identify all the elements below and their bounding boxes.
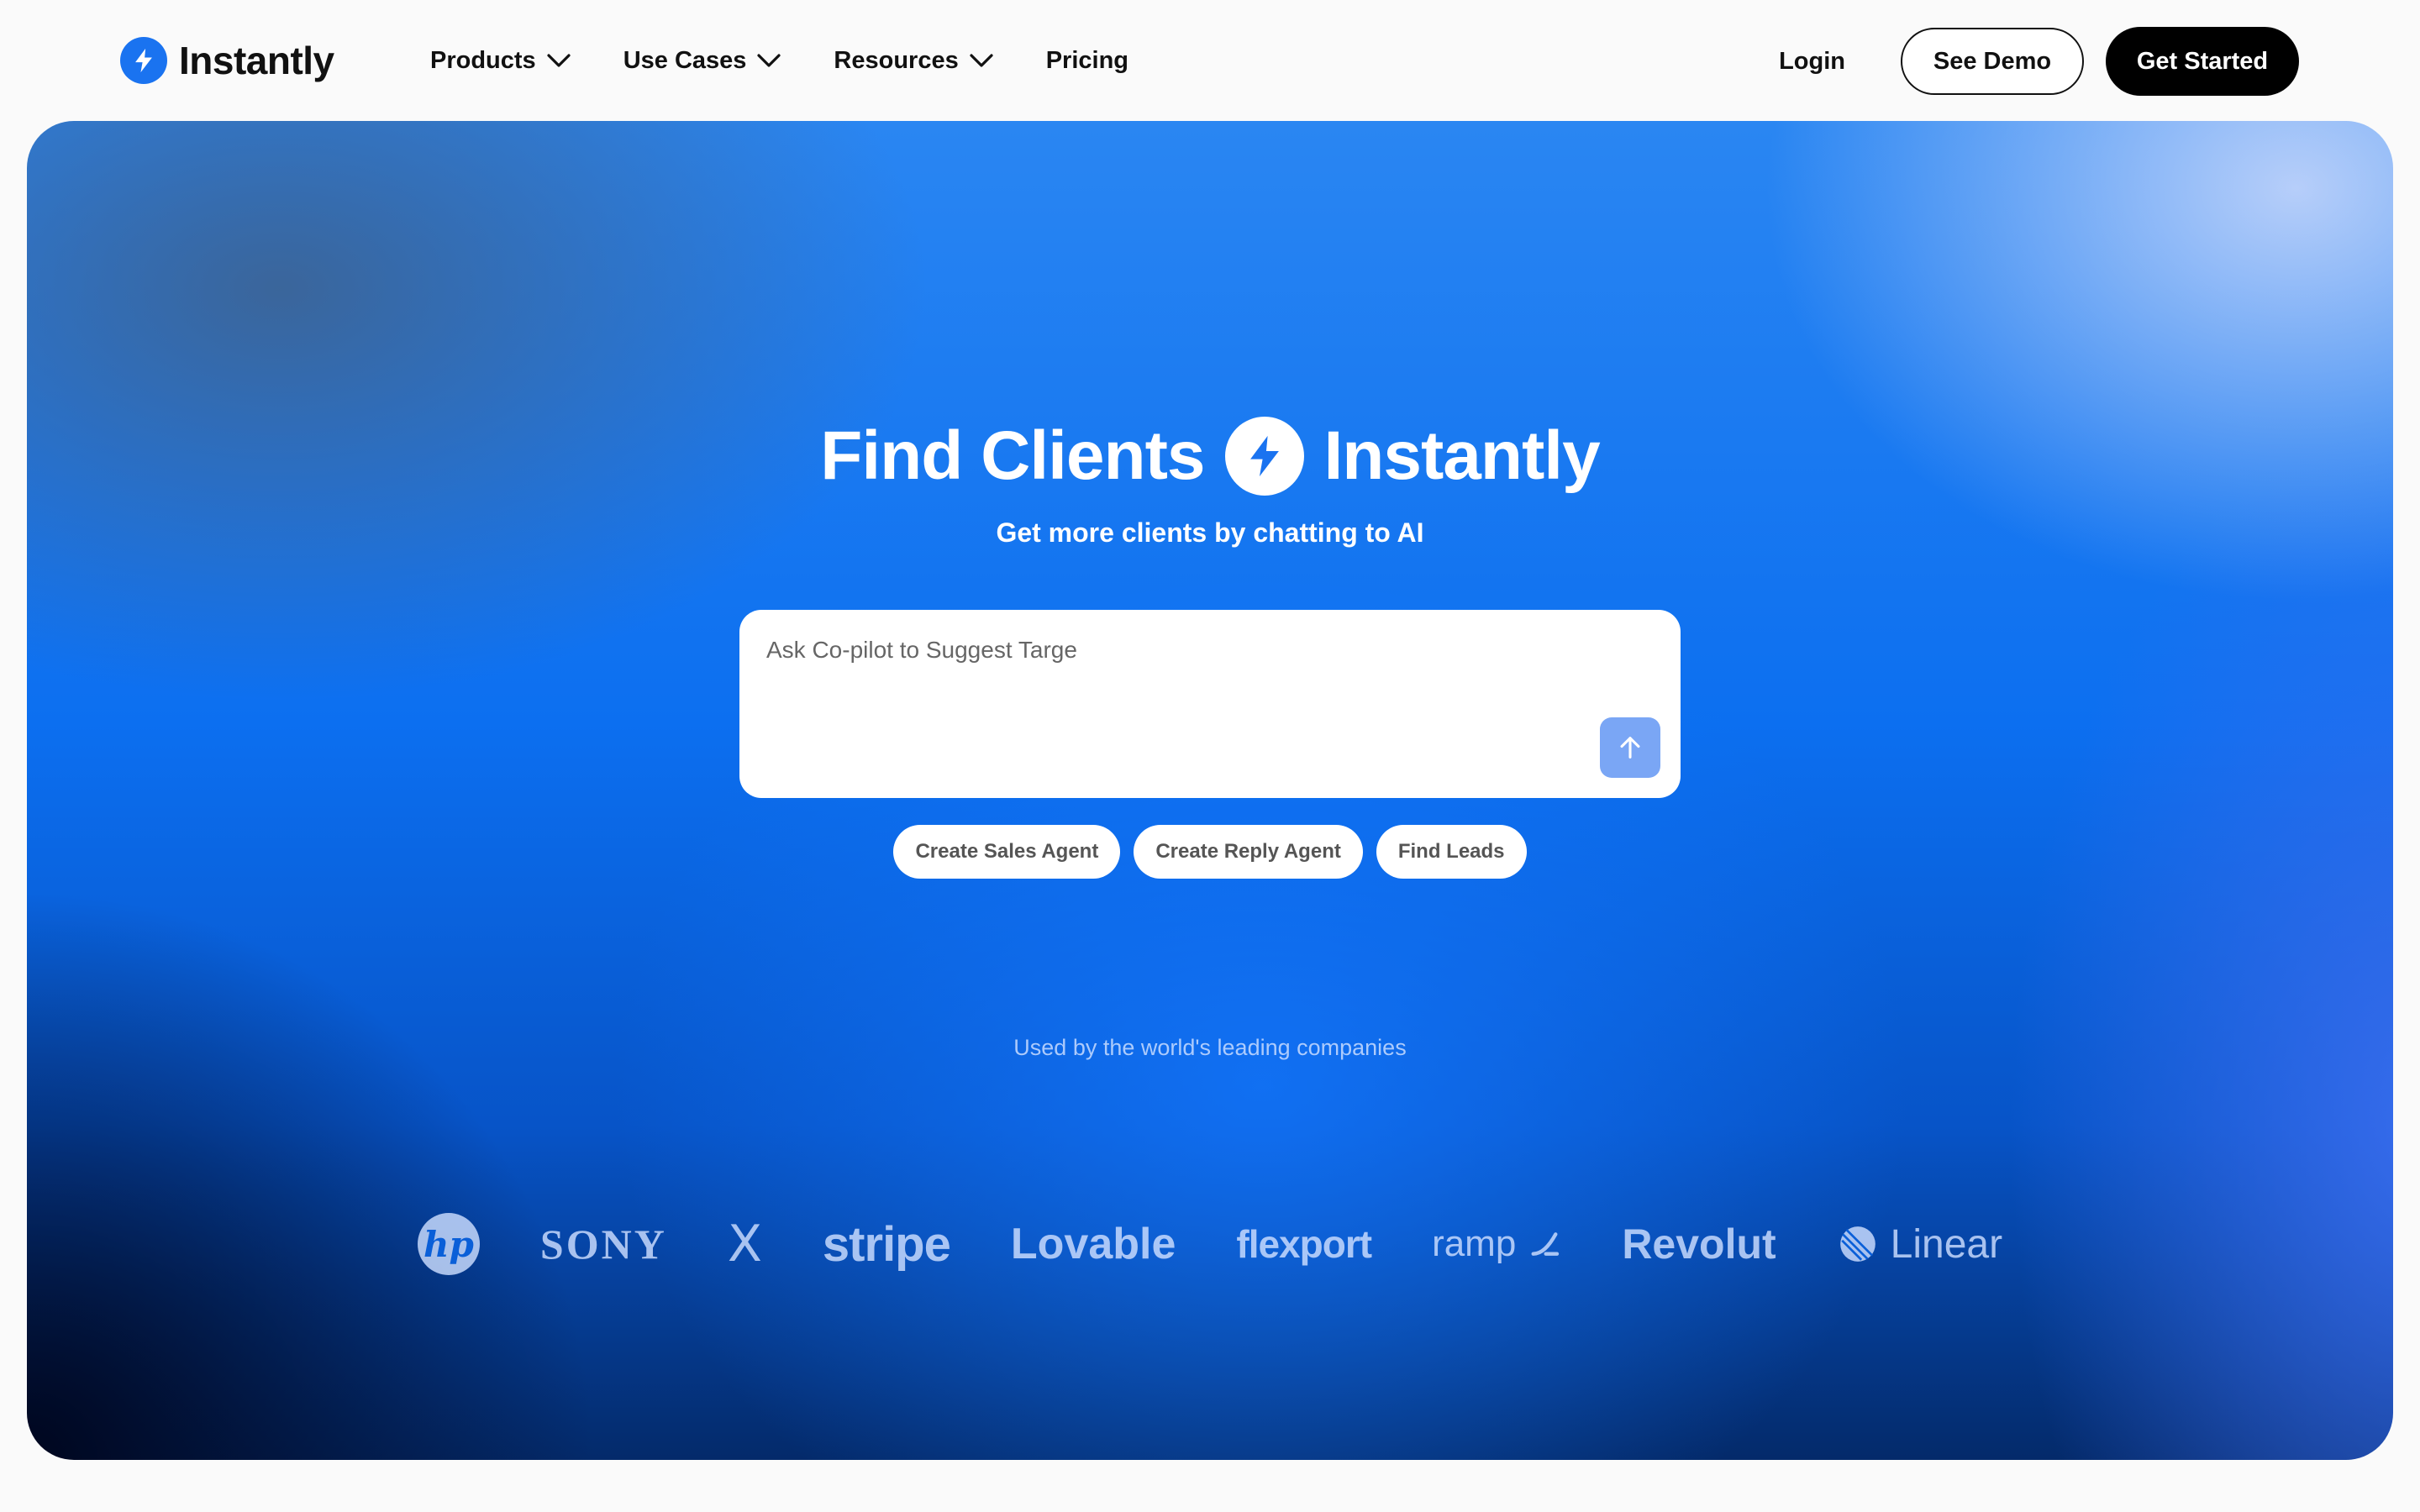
brand-logo[interactable]: Instantly <box>120 37 334 84</box>
nav-use-cases-label: Use Cases <box>623 46 747 74</box>
chip-find-leads[interactable]: Find Leads <box>1376 825 1527 879</box>
top-navbar: Instantly Products Use Cases Resources P… <box>0 0 2420 121</box>
send-button[interactable] <box>1600 717 1660 778</box>
hero-title: Find Clients Instantly <box>27 417 2393 496</box>
nav-pricing[interactable]: Pricing <box>1046 47 1128 75</box>
ramp-logo: ramp <box>1432 1223 1561 1265</box>
hero-subtitle: Get more clients by chatting to AI <box>996 517 1424 548</box>
see-demo-button[interactable]: See Demo <box>1901 28 2084 95</box>
copilot-prompt-input[interactable] <box>766 633 1523 667</box>
nav-actions: Login See Demo Get Started <box>1779 27 2299 96</box>
hero-section: Find Clients Instantly Get more clients … <box>27 121 2393 1460</box>
nav-pricing-label: Pricing <box>1045 46 1129 74</box>
flexport-logo: flexport <box>1236 1222 1372 1266</box>
hero-title-right: Instantly <box>1323 417 1601 494</box>
used-by-text: Used by the world's leading companies <box>1013 1035 1407 1060</box>
hero-title-left: Find Clients <box>820 417 1205 494</box>
main-menu: Products Use Cases Resources Pricing <box>430 37 1181 84</box>
chip-create-sales-agent[interactable]: Create Sales Agent <box>893 825 1121 879</box>
chevron-down-icon <box>756 53 781 68</box>
lightning-bolt-icon <box>1224 417 1304 496</box>
nav-use-cases[interactable]: Use Cases <box>623 47 782 75</box>
ramp-logo-text: ramp <box>1432 1223 1517 1264</box>
sony-logo: SONY <box>539 1221 667 1268</box>
chevron-down-icon <box>969 53 994 68</box>
copilot-prompt-box <box>739 610 1681 798</box>
hp-logo: hp <box>417 1213 480 1275</box>
login-link[interactable]: Login <box>1779 48 1845 76</box>
linear-mark-icon <box>1839 1226 1876 1262</box>
linear-logo-text: Linear <box>1890 1221 2003 1267</box>
chip-create-reply-agent[interactable]: Create Reply Agent <box>1134 825 1363 879</box>
nav-resources-label: Resources <box>834 46 959 74</box>
nav-resources[interactable]: Resources <box>834 47 993 75</box>
ramp-mark-icon <box>1531 1232 1560 1256</box>
lightning-bolt-icon <box>120 37 167 84</box>
suggestion-chips: Create Sales Agent Create Reply Agent Fi… <box>27 825 2393 879</box>
brand-name: Instantly <box>179 39 334 82</box>
nav-products[interactable]: Products <box>430 47 571 75</box>
chevron-down-icon <box>546 53 571 68</box>
stripe-logo: stripe <box>822 1216 951 1272</box>
customer-logos: hp SONY X stripe Lovable flexport ramp R… <box>27 1213 2393 1275</box>
nav-products-label: Products <box>430 46 536 74</box>
linear-logo: Linear <box>1837 1221 2002 1268</box>
x-logo: X <box>727 1215 762 1273</box>
get-started-button[interactable]: Get Started <box>2106 27 2299 96</box>
arrow-up-icon <box>1620 737 1640 759</box>
revolut-logo: Revolut <box>1622 1221 1776 1268</box>
lovable-logo: Lovable <box>1010 1220 1176 1268</box>
